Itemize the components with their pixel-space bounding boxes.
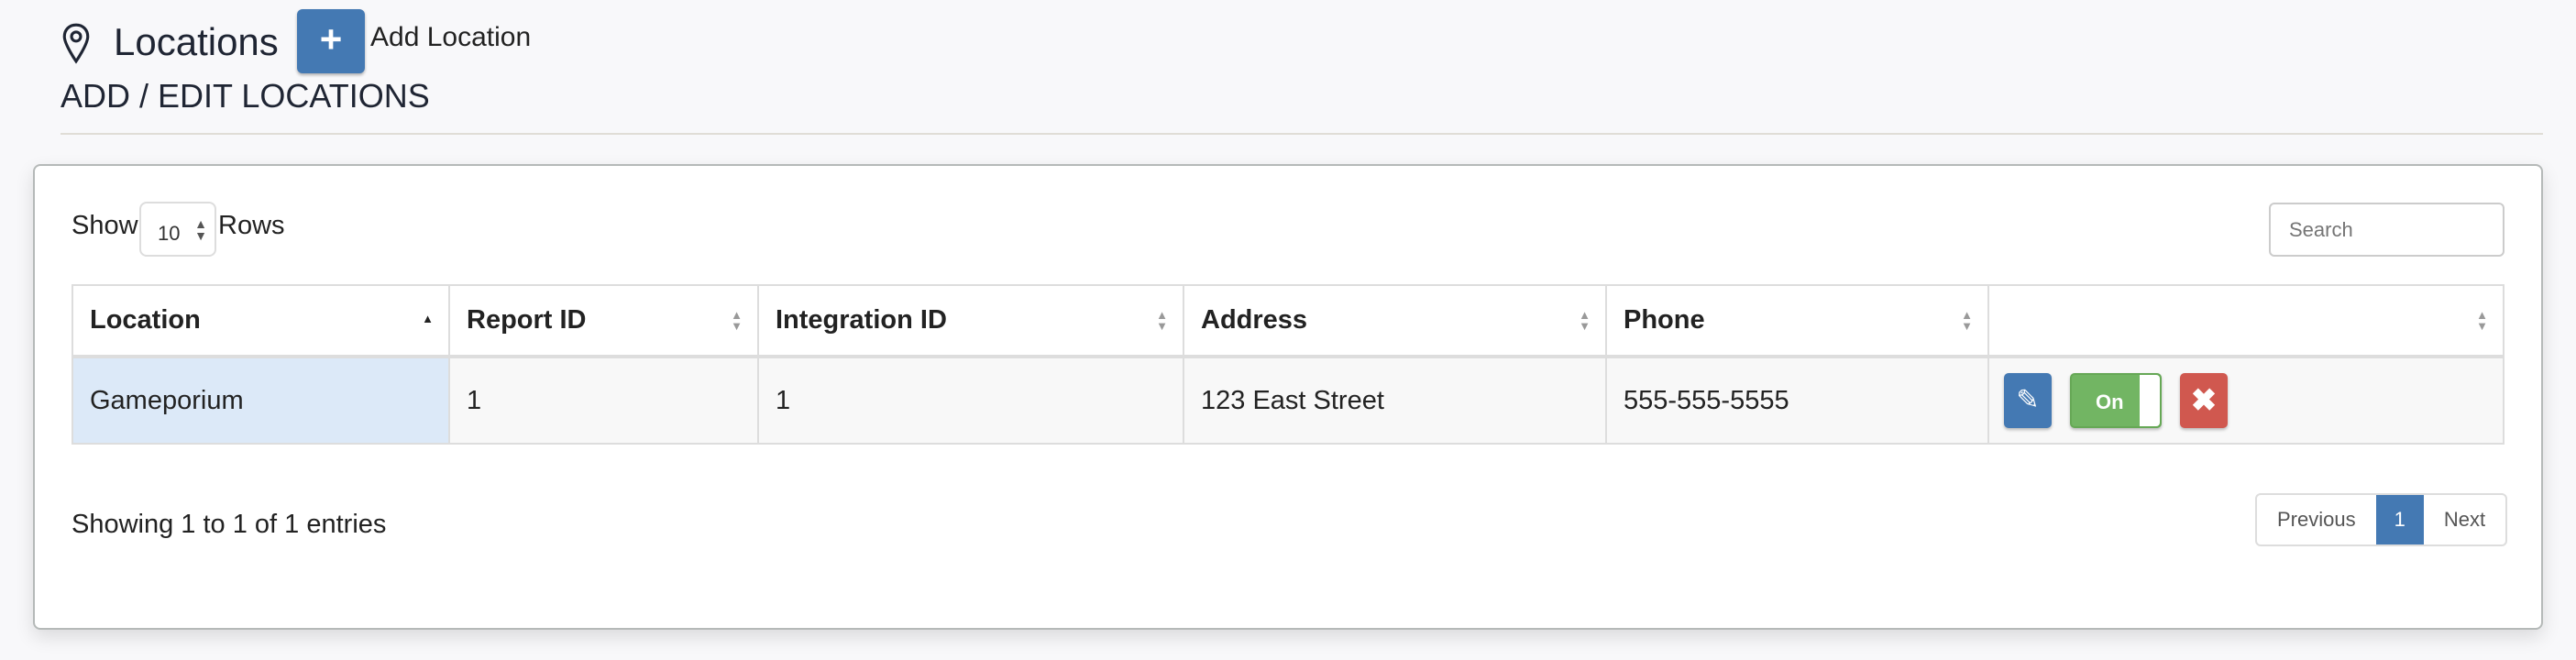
cell-integration-id: 1 <box>757 356 1184 445</box>
show-label: Show <box>72 211 138 240</box>
plus-icon: + <box>319 17 343 60</box>
updown-arrows-icon: ▲ ▼ <box>194 216 207 243</box>
map-pin-icon <box>62 23 90 64</box>
pencil-icon: ✎ <box>2016 385 2040 415</box>
search-input[interactable] <box>2269 203 2504 257</box>
cell-location: Gameporium <box>72 356 450 445</box>
add-location-button[interactable]: + <box>297 9 365 73</box>
page-1-button[interactable]: 1 <box>2375 495 2424 544</box>
column-header-phone[interactable]: Phone ▲ ▼ <box>1605 284 1989 358</box>
cell-actions: ✎ On ✖ <box>1987 356 2504 445</box>
sort-icon: ▲ ▼ <box>1579 308 1591 333</box>
sort-icon: ▲ ▼ <box>731 308 743 333</box>
header-label: Report ID <box>467 305 587 335</box>
header-label: Phone <box>1624 305 1705 335</box>
next-button[interactable]: Next <box>2424 495 2505 544</box>
cell-address: 123 East Street <box>1183 356 1607 445</box>
entries-info: Showing 1 to 1 of 1 entries <box>72 510 387 539</box>
header-label: Integration ID <box>776 305 947 335</box>
edit-button[interactable]: ✎ <box>2004 373 2052 428</box>
table-header-row: Location ▲ Report ID ▲ ▼ Integration ID ▲ ▼ A… <box>72 284 2504 358</box>
cell-phone: 555-555-5555 <box>1605 356 1989 445</box>
previous-button[interactable]: Previous <box>2257 495 2376 544</box>
delete-button[interactable]: ✖ <box>2180 373 2228 428</box>
active-toggle[interactable]: On <box>2070 373 2162 428</box>
header-label: Address <box>1201 305 1308 335</box>
locations-table: Location ▲ Report ID ▲ ▼ Integration ID ▲ ▼ A… <box>72 284 2504 445</box>
toggle-knob <box>2140 375 2160 426</box>
column-header-actions[interactable]: ▲ ▼ <box>1987 284 2504 358</box>
rows-value: 10 <box>158 222 181 245</box>
add-location-label[interactable]: Add Location <box>370 22 531 53</box>
sort-icon: ▲ ▼ <box>1156 308 1168 333</box>
header-label: Location <box>90 305 201 335</box>
column-header-report-id[interactable]: Report ID ▲ ▼ <box>448 284 759 358</box>
column-header-location[interactable]: Location ▲ <box>72 284 450 358</box>
toggle-label: On <box>2096 390 2124 413</box>
sort-ascending-icon: ▲ <box>422 312 434 325</box>
sort-icon: ▲ ▼ <box>1961 308 1973 333</box>
page-subtitle: ADD / EDIT LOCATIONS <box>61 77 430 115</box>
rows-per-page-select[interactable]: 10 ▲ ▼ <box>139 202 216 257</box>
table-row: Gameporium 1 1 123 East Street 555-555-5… <box>72 356 2504 445</box>
pagination: Previous 1 Next <box>2255 493 2508 546</box>
page-title: Locations <box>114 20 279 63</box>
column-header-address[interactable]: Address ▲ ▼ <box>1183 284 1607 358</box>
rows-label: Rows <box>218 211 285 240</box>
cell-report-id: 1 <box>448 356 759 445</box>
sort-icon: ▲ ▼ <box>2476 308 2488 333</box>
column-header-integration-id[interactable]: Integration ID ▲ ▼ <box>757 284 1184 358</box>
close-icon: ✖ <box>2190 383 2218 418</box>
divider <box>61 133 2543 135</box>
